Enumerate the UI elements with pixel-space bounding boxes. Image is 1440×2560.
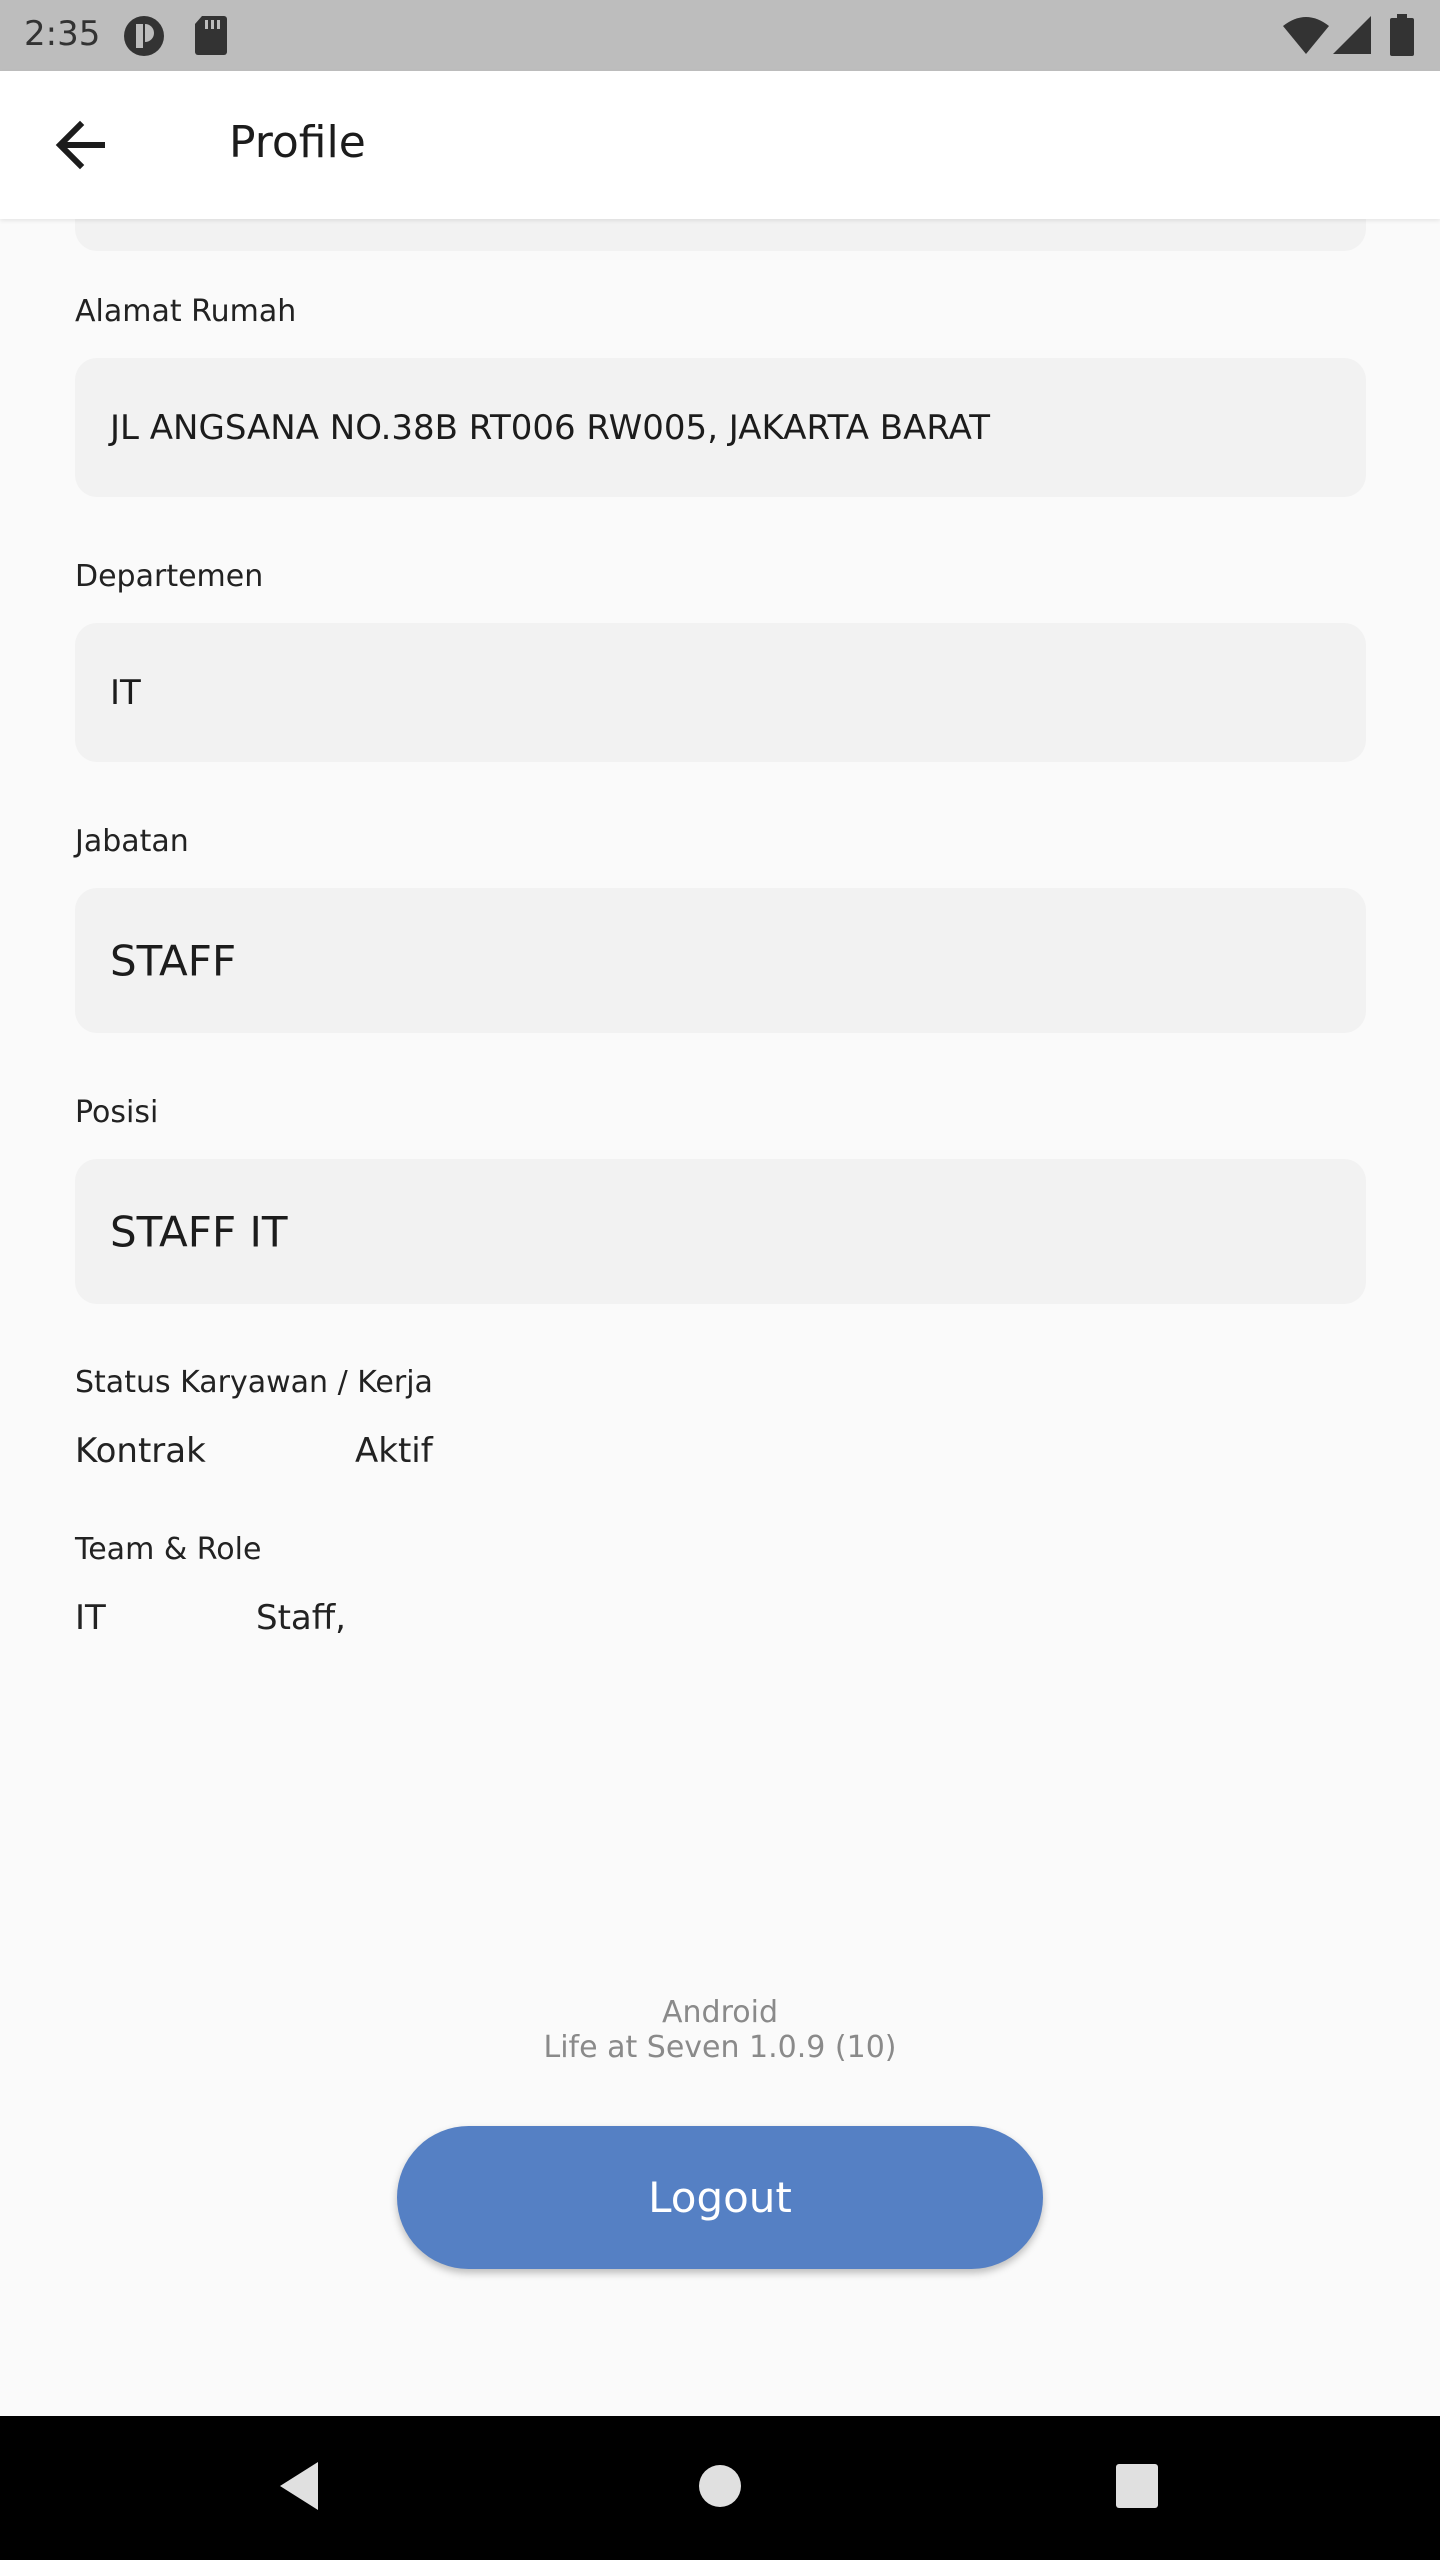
department-value: IT [110, 672, 141, 713]
app-bar: Profile [0, 71, 1440, 219]
position-field[interactable]: STAFF IT [75, 1159, 1366, 1304]
status-time: 2:35 [24, 14, 101, 54]
employment-status-label: Status Karyawan / Kerja [75, 1365, 433, 1400]
page-title: Profile [229, 117, 366, 168]
app-version-text: Life at Seven 1.0.9 (10) [543, 2030, 897, 2065]
profile-content[interactable]: Alamat Rumah JL ANGSANA NO.38B RT006 RW0… [0, 219, 1440, 2416]
logout-button[interactable]: Logout [397, 2126, 1043, 2269]
wifi-icon [1283, 16, 1329, 58]
title-field[interactable]: STAFF [75, 888, 1366, 1033]
platform-text: Android [662, 1995, 778, 2030]
notification-app-icon [122, 14, 166, 62]
team-value: IT [75, 1598, 106, 1638]
screen: 2:35 Profile Alamat Rumah JL ANGSANA NO.… [0, 0, 1440, 2560]
department-field[interactable]: IT [75, 623, 1366, 762]
home-circle-icon[interactable] [697, 2458, 743, 2518]
previous-field [75, 219, 1366, 251]
employment-state: Aktif [355, 1431, 433, 1471]
arrow-back-icon[interactable] [50, 115, 120, 175]
position-label: Posisi [75, 1095, 159, 1130]
title-label: Jabatan [75, 824, 189, 859]
role-value: Staff, [256, 1598, 346, 1638]
department-label: Departemen [75, 559, 264, 594]
team-role-label: Team & Role [75, 1532, 262, 1567]
battery-icon [1390, 14, 1414, 60]
position-value: STAFF IT [110, 1207, 288, 1256]
signal-icon [1333, 16, 1371, 58]
address-value: JL ANGSANA NO.38B RT006 RW005, JAKARTA B… [110, 407, 991, 448]
navigation-bar [0, 2416, 1440, 2560]
status-bar: 2:35 [0, 0, 1440, 71]
employment-type: Kontrak [75, 1431, 206, 1471]
address-label: Alamat Rumah [75, 294, 297, 329]
recents-square-icon[interactable] [1114, 2458, 1160, 2518]
address-field[interactable]: JL ANGSANA NO.38B RT006 RW005, JAKARTA B… [75, 358, 1366, 497]
title-value: STAFF [110, 936, 237, 985]
sd-card-icon [194, 14, 228, 60]
back-triangle-icon[interactable] [274, 2458, 324, 2518]
